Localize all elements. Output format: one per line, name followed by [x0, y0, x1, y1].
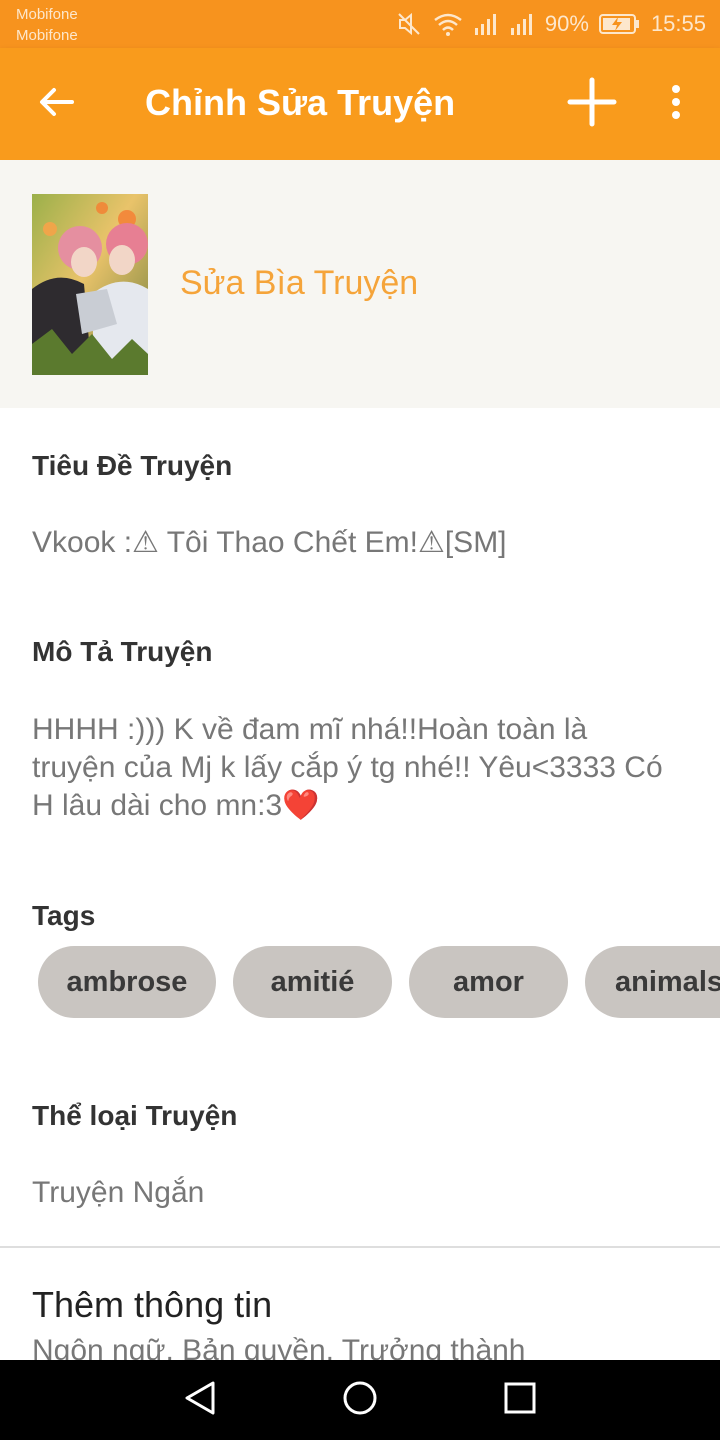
- clock: 15:55: [650, 11, 706, 36]
- tag-chip[interactable]: amitié: [233, 946, 392, 1018]
- nav-recents-button[interactable]: [496, 1376, 544, 1424]
- status-bar: Mobifone Mobifone 90% 15:55: [0, 0, 720, 48]
- story-title-label: Tiêu Đề Truyện: [32, 450, 233, 481]
- story-title-field[interactable]: Vkook :⚠ Tôi Thao Chết Em!⚠[SM]: [32, 524, 507, 562]
- more-vertical-icon: [670, 84, 682, 125]
- carrier-1: Mobifone: [16, 6, 78, 23]
- wifi-icon: [433, 12, 463, 36]
- status-icons: 90% 15:55: [397, 8, 706, 40]
- back-button[interactable]: [24, 78, 88, 130]
- edit-cover-link[interactable]: Sửa Bìa Truyện: [180, 264, 418, 303]
- nav-home-icon: [342, 1380, 378, 1421]
- tag-chip[interactable]: animals: [585, 946, 720, 1018]
- carrier-names: Mobifone Mobifone: [16, 4, 78, 46]
- add-part-button[interactable]: [560, 74, 624, 134]
- page-title: Chỉnh Sửa Truyện: [145, 82, 456, 123]
- category-value[interactable]: Truyện Ngắn: [32, 1174, 204, 1212]
- divider: [0, 1246, 720, 1248]
- story-description-label: Mô Tả Truyện: [32, 636, 213, 667]
- battery-percent: 90%: [544, 11, 589, 36]
- nav-back-icon: [183, 1380, 217, 1421]
- arrow-back-icon: [38, 86, 74, 123]
- story-description-field[interactable]: HHHH :))) K về đam mĩ nhá!!Hoàn toàn là …: [32, 711, 672, 825]
- battery-charging-icon: [598, 13, 641, 35]
- tag-chip[interactable]: ambrose: [38, 946, 216, 1018]
- signal-icon: [509, 12, 535, 36]
- tags-label: Tags: [32, 900, 96, 931]
- system-nav-bar: [0, 1360, 720, 1440]
- tags-list: ambrose amitié amor animals: [38, 946, 720, 1020]
- nav-home-button[interactable]: [336, 1376, 384, 1424]
- nav-back-button[interactable]: [176, 1376, 224, 1424]
- nav-recents-icon: [504, 1382, 536, 1419]
- more-info-title[interactable]: Thêm thông tin: [32, 1284, 272, 1326]
- cover-section: Sửa Bìa Truyện: [0, 160, 720, 408]
- category-label: Thể loại Truyện: [32, 1100, 238, 1131]
- carrier-2: Mobifone: [16, 27, 78, 44]
- plus-icon: [567, 77, 617, 132]
- app-bar: Chỉnh Sửa Truyện: [0, 48, 720, 160]
- cover-image[interactable]: [32, 194, 148, 375]
- more-options-button[interactable]: [652, 74, 700, 134]
- signal-icon: [473, 12, 499, 36]
- mute-icon: [397, 12, 423, 36]
- tag-chip[interactable]: amor: [409, 946, 568, 1018]
